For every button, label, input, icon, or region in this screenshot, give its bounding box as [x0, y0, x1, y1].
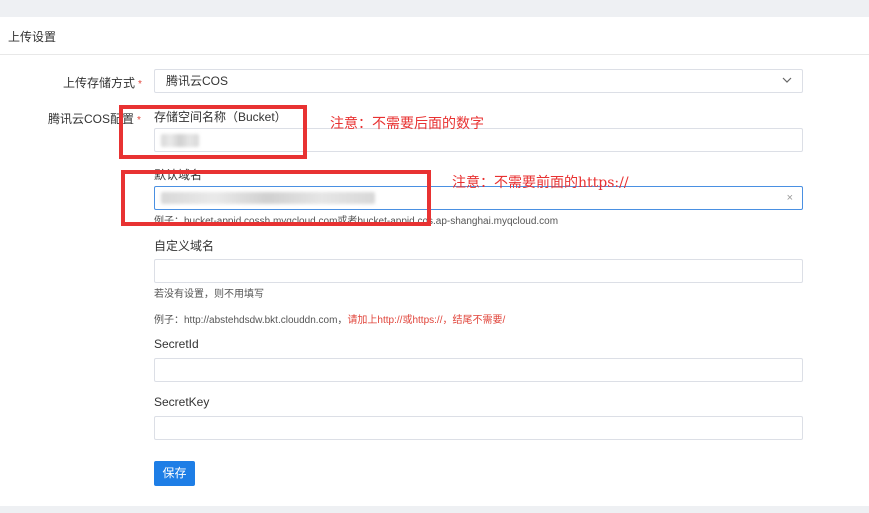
- annotation-domain-note: 注意：不需要前面的https://: [452, 175, 629, 191]
- annotation-bucket-note: 注意：不需要后面的数字: [330, 116, 484, 132]
- custom-domain-input[interactable]: [154, 259, 803, 283]
- storage-method-label: 上传存储方式 *: [63, 76, 142, 90]
- panel-title: 上传设置: [8, 30, 57, 44]
- storage-method-value: 腾讯云COS: [166, 74, 229, 88]
- secret-id-label: SecretId: [154, 337, 199, 351]
- secret-key-label: SecretKey: [154, 395, 210, 409]
- top-bar: [0, 0, 869, 17]
- upload-settings-panel: 上传设置 上传存储方式 * 腾讯云COS 腾讯云COS配置 * 存储空间名称（Buc…: [0, 17, 869, 506]
- secret-key-input[interactable]: [154, 416, 803, 440]
- secret-id-input[interactable]: [154, 358, 803, 382]
- custom-domain-hint: 若没有设置，则不用填写: [154, 289, 264, 300]
- clear-icon[interactable]: ×: [787, 187, 793, 209]
- chevron-down-icon: [782, 77, 792, 83]
- annotation-box-domain: [121, 170, 431, 226]
- storage-method-select[interactable]: 腾讯云COS: [154, 69, 803, 93]
- save-button[interactable]: 保存: [154, 461, 195, 486]
- custom-domain-label: 自定义域名: [154, 239, 215, 253]
- panel-divider: [0, 54, 869, 55]
- annotation-box-bucket: [119, 105, 307, 159]
- bottom-bar: [0, 506, 869, 513]
- custom-domain-example: 例子：http://abstehdsdw.bkt.clouddn.com，请加上…: [154, 315, 506, 326]
- required-mark: *: [138, 79, 142, 90]
